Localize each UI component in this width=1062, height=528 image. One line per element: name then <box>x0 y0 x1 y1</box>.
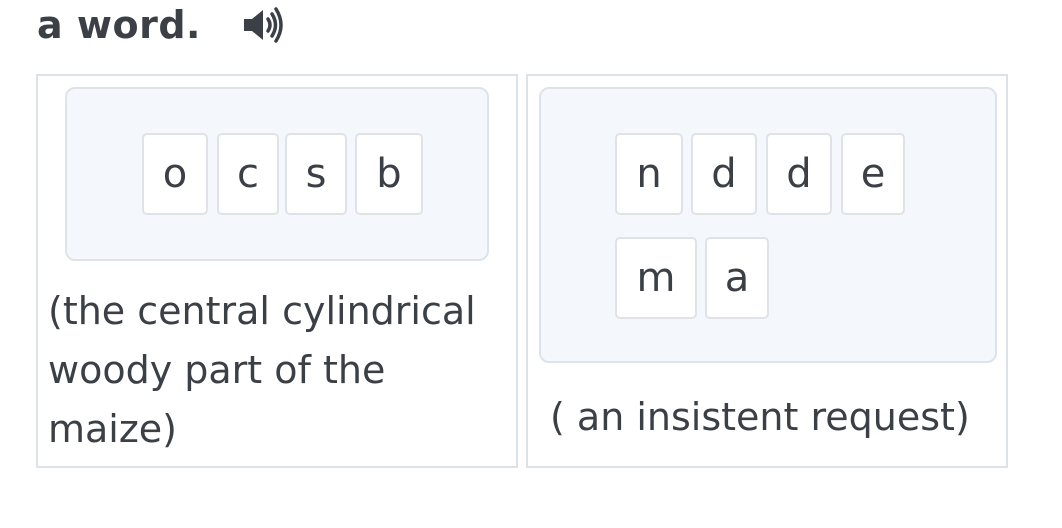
letter-tray[interactable]: n d d e m a <box>539 87 997 363</box>
letter-tile[interactable]: m <box>615 237 697 319</box>
speaker-icon[interactable] <box>241 5 287 45</box>
letter-tile[interactable]: e <box>841 133 905 215</box>
word-card-2: n d d e m a ( an insistent request) <box>526 74 1008 468</box>
word-card-1: o c s b (the central cylindrical woody p… <box>36 74 518 468</box>
letter-tile[interactable]: d <box>766 133 832 215</box>
letter-tile[interactable]: c <box>217 133 279 215</box>
letter-tile[interactable]: o <box>142 133 208 215</box>
letter-tile[interactable]: n <box>615 133 683 215</box>
letter-tile[interactable]: s <box>285 133 347 215</box>
clue-text: ( an insistent request) <box>550 395 970 439</box>
instruction-text: a word. <box>37 3 201 47</box>
letter-tile[interactable]: d <box>691 133 757 215</box>
letter-tray[interactable]: o c s b <box>65 87 489 261</box>
instruction-heading: a word. <box>37 0 287 50</box>
letter-tile[interactable]: b <box>355 133 423 215</box>
letter-tile[interactable]: a <box>705 237 769 319</box>
clue-text: (the central cylindrical woody part of t… <box>48 289 476 451</box>
